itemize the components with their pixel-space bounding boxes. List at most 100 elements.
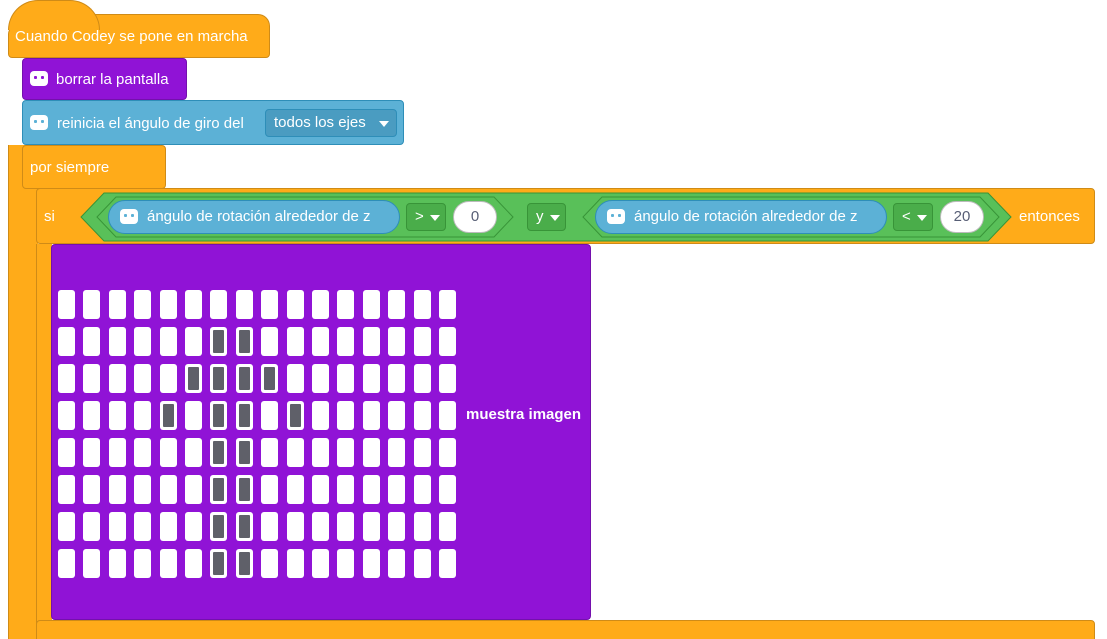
led-pixel-off[interactable]	[159, 290, 177, 319]
led-pixel-off[interactable]	[83, 549, 101, 578]
led-pixel-off[interactable]	[83, 327, 101, 356]
led-pixel-off[interactable]	[185, 512, 202, 541]
led-pixel-off[interactable]	[185, 475, 202, 504]
led-pixel-off[interactable]	[362, 401, 380, 430]
led-pixel-on[interactable]	[210, 438, 228, 467]
led-pixel-off[interactable]	[337, 438, 355, 467]
led-pixel-off[interactable]	[185, 549, 202, 578]
led-pixel-off[interactable]	[388, 475, 406, 504]
led-pixel-on[interactable]	[235, 438, 253, 467]
led-pixel-off[interactable]	[286, 475, 304, 504]
led-pixel-off[interactable]	[388, 549, 406, 578]
led-pixel-off[interactable]	[312, 438, 329, 467]
led-pixel-off[interactable]	[337, 401, 355, 430]
led-pixel-off[interactable]	[413, 549, 431, 578]
led-pixel-off[interactable]	[134, 475, 152, 504]
axis-dropdown[interactable]: todos los ejes	[265, 109, 397, 137]
led-pixel-off[interactable]	[286, 364, 304, 393]
led-pixel-off[interactable]	[286, 512, 304, 541]
led-pixel-off[interactable]	[439, 290, 456, 319]
led-pixel-off[interactable]	[388, 290, 406, 319]
led-pixel-off[interactable]	[261, 549, 279, 578]
led-pixel-off[interactable]	[58, 475, 75, 504]
led-pixel-off[interactable]	[159, 475, 177, 504]
led-pixel-on[interactable]	[235, 401, 253, 430]
led-pixel-on[interactable]	[210, 549, 228, 578]
led-pixel-off[interactable]	[235, 290, 253, 319]
led-pixel-off[interactable]	[83, 290, 101, 319]
led-pixel-on[interactable]	[210, 364, 228, 393]
led-pixel-off[interactable]	[362, 364, 380, 393]
led-pixel-off[interactable]	[388, 438, 406, 467]
led-pixel-off[interactable]	[83, 401, 101, 430]
led-pixel-off[interactable]	[134, 290, 152, 319]
led-pixel-off[interactable]	[362, 438, 380, 467]
led-pixel-off[interactable]	[337, 327, 355, 356]
led-pixel-on[interactable]	[185, 364, 202, 393]
led-pixel-off[interactable]	[388, 327, 406, 356]
led-pixel-on[interactable]	[235, 327, 253, 356]
led-pixel-off[interactable]	[83, 438, 101, 467]
led-pixel-off[interactable]	[312, 401, 329, 430]
led-pixel-off[interactable]	[413, 290, 431, 319]
led-pixel-off[interactable]	[108, 401, 126, 430]
led-pixel-off[interactable]	[337, 364, 355, 393]
led-pixel-off[interactable]	[312, 512, 329, 541]
led-pixel-off[interactable]	[362, 327, 380, 356]
led-pixel-off[interactable]	[210, 290, 228, 319]
led-pixel-off[interactable]	[58, 401, 75, 430]
led-pixel-off[interactable]	[413, 475, 431, 504]
led-pixel-off[interactable]	[261, 512, 279, 541]
led-pixel-off[interactable]	[83, 475, 101, 504]
led-pixel-off[interactable]	[134, 401, 152, 430]
led-pixel-off[interactable]	[337, 549, 355, 578]
led-pixel-off[interactable]	[439, 327, 456, 356]
led-pixel-off[interactable]	[185, 401, 202, 430]
led-pixel-off[interactable]	[159, 512, 177, 541]
led-pixel-on[interactable]	[210, 512, 228, 541]
led-pixel-off[interactable]	[312, 290, 329, 319]
led-pixel-off[interactable]	[58, 438, 75, 467]
led-pixel-off[interactable]	[134, 438, 152, 467]
led-pixel-off[interactable]	[388, 364, 406, 393]
led-pixel-off[interactable]	[134, 512, 152, 541]
led-pixel-off[interactable]	[286, 327, 304, 356]
led-matrix[interactable]	[58, 290, 460, 578]
led-pixel-off[interactable]	[261, 290, 279, 319]
led-pixel-off[interactable]	[58, 512, 75, 541]
led-pixel-off[interactable]	[413, 364, 431, 393]
led-pixel-off[interactable]	[159, 549, 177, 578]
led-pixel-off[interactable]	[286, 549, 304, 578]
operator-dropdown-2[interactable]: <	[893, 203, 933, 231]
led-pixel-off[interactable]	[261, 438, 279, 467]
led-pixel-off[interactable]	[185, 290, 202, 319]
compare-value-input-2[interactable]: 20	[940, 201, 984, 233]
led-pixel-off[interactable]	[439, 364, 456, 393]
led-pixel-off[interactable]	[185, 438, 202, 467]
led-pixel-off[interactable]	[134, 327, 152, 356]
led-pixel-off[interactable]	[159, 327, 177, 356]
led-pixel-off[interactable]	[58, 290, 75, 319]
led-pixel-off[interactable]	[286, 438, 304, 467]
led-pixel-off[interactable]	[261, 401, 279, 430]
led-pixel-off[interactable]	[134, 549, 152, 578]
led-pixel-off[interactable]	[185, 327, 202, 356]
led-pixel-off[interactable]	[362, 475, 380, 504]
led-pixel-off[interactable]	[58, 327, 75, 356]
led-pixel-on[interactable]	[210, 401, 228, 430]
led-pixel-off[interactable]	[362, 549, 380, 578]
led-pixel-off[interactable]	[108, 364, 126, 393]
led-pixel-off[interactable]	[58, 364, 75, 393]
led-pixel-on[interactable]	[286, 401, 304, 430]
led-pixel-off[interactable]	[312, 475, 329, 504]
logic-dropdown[interactable]: y	[527, 203, 566, 231]
led-pixel-off[interactable]	[108, 327, 126, 356]
led-pixel-on[interactable]	[235, 512, 253, 541]
led-pixel-off[interactable]	[362, 512, 380, 541]
led-pixel-off[interactable]	[58, 549, 75, 578]
led-pixel-on[interactable]	[210, 475, 228, 504]
led-pixel-off[interactable]	[413, 512, 431, 541]
led-pixel-off[interactable]	[286, 290, 304, 319]
led-pixel-off[interactable]	[439, 549, 456, 578]
led-pixel-off[interactable]	[83, 364, 101, 393]
